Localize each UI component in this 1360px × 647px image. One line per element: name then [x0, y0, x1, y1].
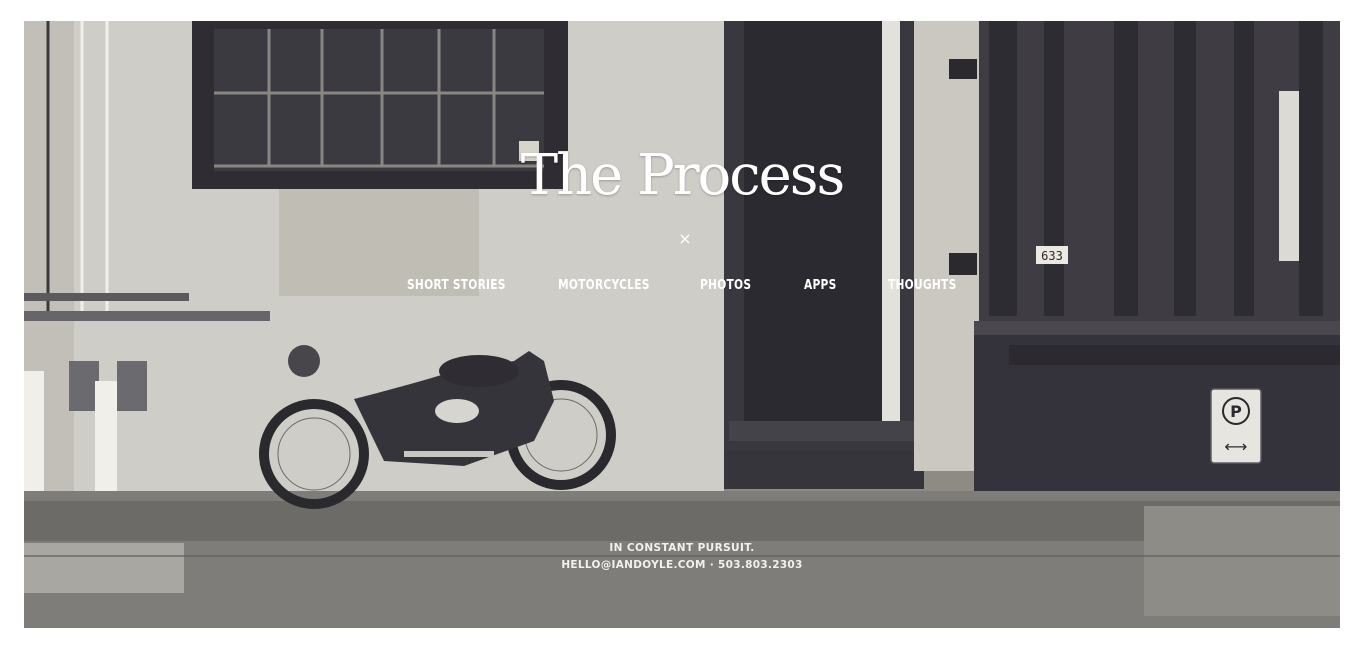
close-icon[interactable]: ×: [673, 227, 697, 251]
hero-background: 633 P ⟷ The Process × SHORT STORIES MOTO…: [24, 21, 1340, 628]
nav-item-thoughts[interactable]: THOUGHTS: [888, 278, 957, 293]
nav-item-apps[interactable]: APPS: [804, 278, 837, 293]
nav-item-photos[interactable]: PHOTOS: [700, 278, 751, 293]
tagline: IN CONSTANT PURSUIT.: [609, 542, 755, 554]
contact-line: HELLO@IANDOYLE.COM · 503.803.2303: [24, 559, 1340, 571]
email-link[interactable]: HELLO@IANDOYLE.COM: [561, 559, 705, 571]
building-number: 633: [1041, 249, 1063, 263]
parking-sign-letter: P: [1230, 402, 1242, 421]
main-nav: SHORT STORIES MOTORCYCLES PHOTOS APPS TH…: [382, 278, 982, 300]
nav-item-motorcycles[interactable]: MOTORCYCLES: [558, 278, 650, 293]
footer: IN CONSTANT PURSUIT. HELLO@IANDOYLE.COM …: [24, 542, 1340, 571]
hero-photo: 633 P ⟷: [24, 21, 1340, 628]
parking-sign-arrow: ⟷: [1225, 437, 1248, 456]
separator: ·: [709, 559, 715, 571]
site-title[interactable]: The Process: [24, 143, 1340, 208]
nav-item-short-stories[interactable]: SHORT STORIES: [407, 278, 506, 293]
phone-link[interactable]: 503.803.2303: [718, 559, 803, 571]
